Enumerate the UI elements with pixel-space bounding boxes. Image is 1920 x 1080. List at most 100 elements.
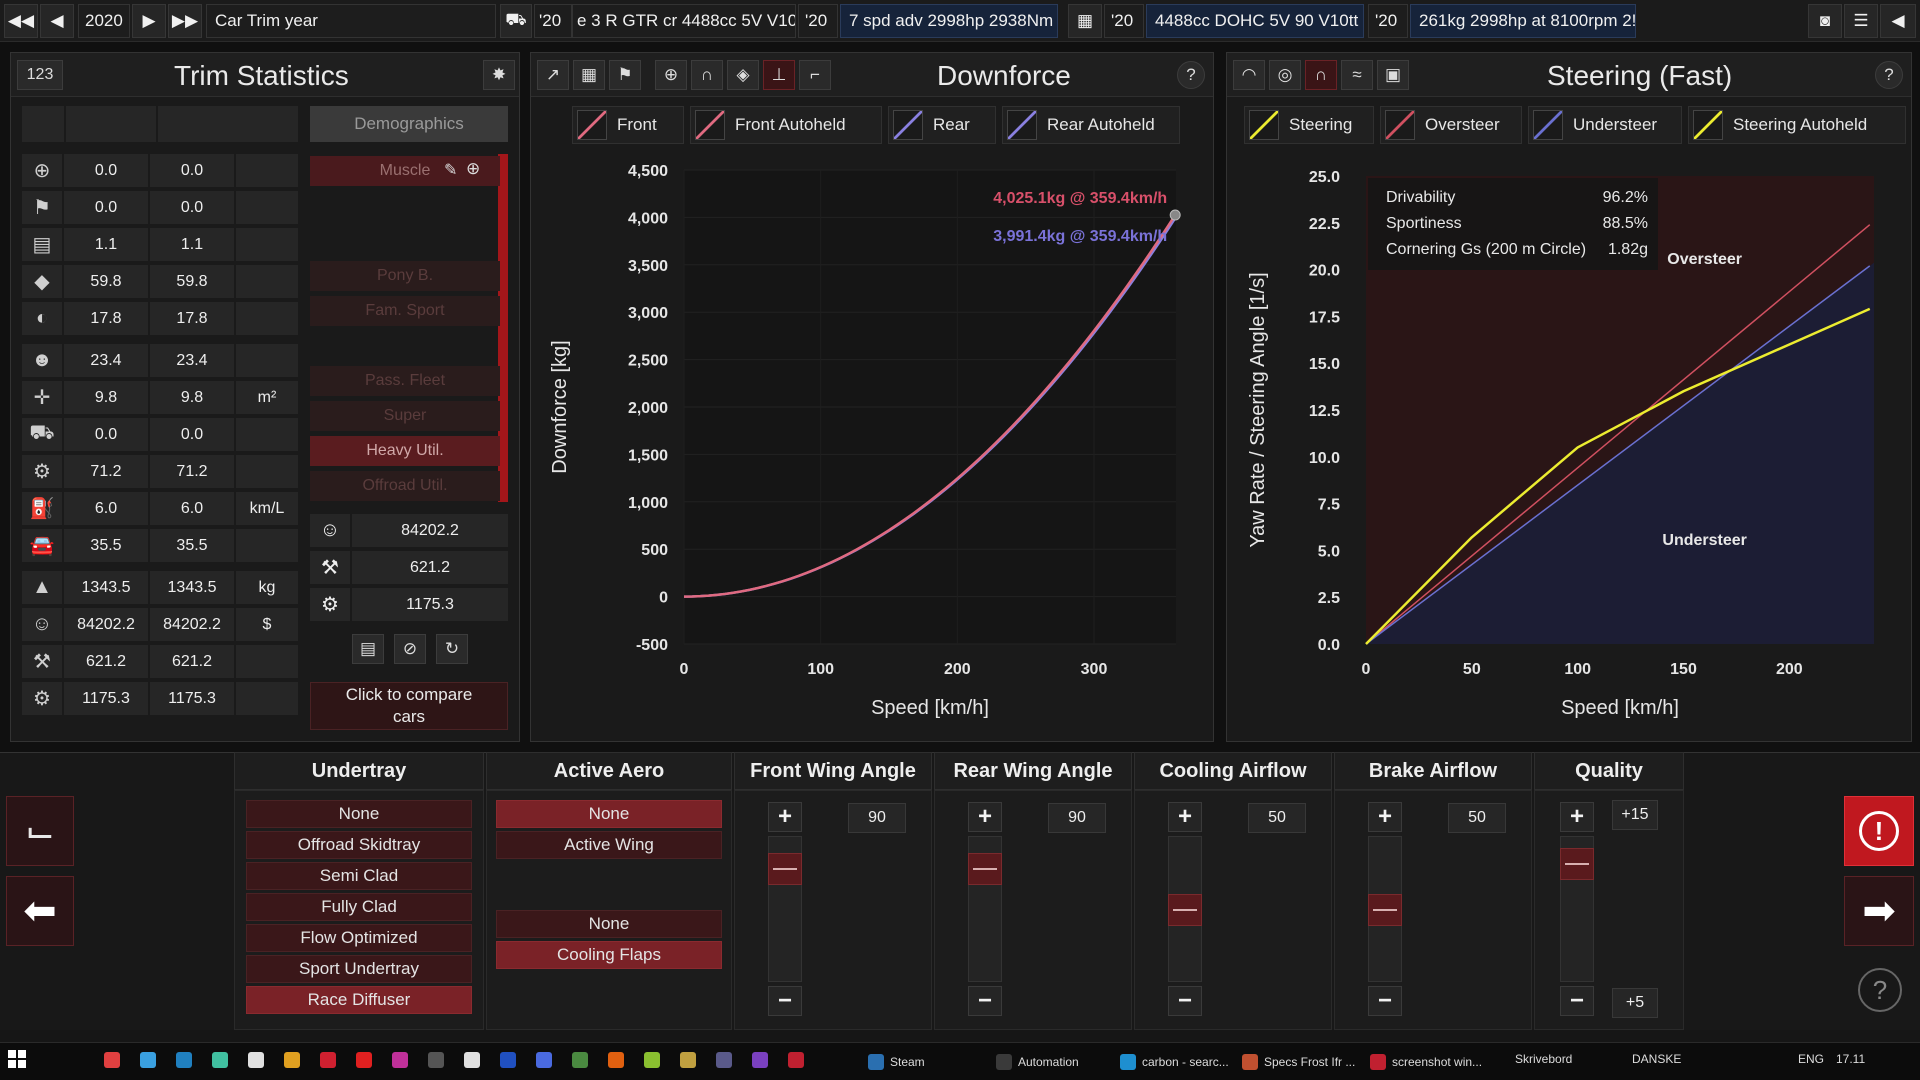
quality-minus-button[interactable]: − [1560, 986, 1594, 1016]
report-icon[interactable]: ▤ [352, 634, 384, 664]
undertray-option[interactable]: Offroad Skidtray [246, 831, 472, 859]
pinned-app-icon[interactable] [752, 1052, 768, 1068]
undertray-option[interactable]: None [246, 800, 472, 828]
menu-icon[interactable]: ☰ [1844, 4, 1878, 38]
pinned-app-icon[interactable] [680, 1052, 696, 1068]
wave-icon[interactable]: ≈ [1341, 60, 1373, 90]
front-wing-slider-thumb[interactable] [768, 852, 802, 885]
steering-legend-item[interactable]: Understeer [1528, 106, 1682, 144]
quality-slider-thumb[interactable] [1560, 848, 1594, 881]
front-wing-minus-button[interactable]: − [768, 986, 802, 1016]
steering-legend-item[interactable]: Oversteer [1380, 106, 1522, 144]
arch-icon[interactable]: ∩ [691, 60, 723, 90]
pinned-app-icon[interactable] [392, 1052, 408, 1068]
downforce-legend-item[interactable]: Rear [888, 106, 996, 144]
variant-selector[interactable]: 261kg 2998hp at 8100rpm 2! [1410, 4, 1636, 38]
demographics-button[interactable]: Demographics [310, 106, 508, 142]
keyboard-layout[interactable]: DANSKE [1632, 1052, 1681, 1066]
pinned-app-icon[interactable] [788, 1052, 804, 1068]
fuel-pump-icon[interactable]: ▣ [1377, 60, 1409, 90]
pinned-app-icon[interactable] [572, 1052, 588, 1068]
undertray-option[interactable]: Fully Clad [246, 893, 472, 921]
rear-wing-slider-track[interactable] [968, 836, 1002, 982]
body-selector[interactable]: e 3 R GTR cr 4488cc 5V V10tt [572, 4, 796, 38]
undertray-option[interactable]: Race Diffuser [246, 986, 472, 1014]
quality-slider-track[interactable] [1560, 836, 1594, 982]
demographic-item[interactable]: Pass. Fleet [310, 366, 500, 396]
help-icon[interactable]: ? [1858, 968, 1902, 1012]
chart-icon[interactable]: ↗ [537, 60, 569, 90]
pinned-app-icon[interactable] [464, 1052, 480, 1068]
pinned-app-icon[interactable] [320, 1052, 336, 1068]
front-wing-slider-track[interactable] [768, 836, 802, 982]
brake-airflow-minus-button[interactable]: − [1368, 986, 1402, 1016]
brake-airflow-slider-track[interactable] [1368, 836, 1402, 982]
year-field[interactable]: 2020 [78, 4, 130, 38]
taskbar-app[interactable]: Automation [996, 1049, 1079, 1075]
pinned-app-icon[interactable] [500, 1052, 516, 1068]
cooling-airflow-slider-thumb[interactable] [1168, 894, 1202, 926]
steering-legend-item[interactable]: Steering Autoheld [1688, 106, 1906, 144]
car-body-icon[interactable]: ⛟ [500, 4, 532, 38]
demographic-item[interactable]: Heavy Util. [310, 436, 500, 466]
clock[interactable]: 17.11 [1836, 1052, 1865, 1066]
wheel-icon[interactable]: ⊕ [655, 60, 687, 90]
undertray-option[interactable]: Sport Undertray [246, 955, 472, 983]
warning-button[interactable]: ! [1844, 796, 1914, 866]
table-icon[interactable]: ▦ [573, 60, 605, 90]
gearbox-selector[interactable]: 7 spd adv 2998hp 2938Nm [840, 4, 1058, 38]
speed-icon[interactable]: ◎ [1269, 60, 1301, 90]
pinned-app-icon[interactable] [176, 1052, 192, 1068]
cooling-airflow-slider-track[interactable] [1168, 836, 1202, 982]
tyre-icon[interactable]: ◈ [727, 60, 759, 90]
downforce-tab-icon[interactable]: ⊥ [763, 60, 795, 90]
steering-legend-item[interactable]: Steering [1244, 106, 1374, 144]
steering-tab-icon[interactable]: ∩ [1305, 60, 1337, 90]
help-icon[interactable]: ? [1177, 61, 1205, 89]
downforce-legend-item[interactable]: Front [572, 106, 684, 144]
prev-page-button[interactable]: ⬅ [6, 876, 74, 946]
windows-start-icon[interactable] [8, 1050, 26, 1068]
taskbar-app[interactable]: screenshot win... [1370, 1049, 1482, 1075]
rear-wing-minus-button[interactable]: − [968, 986, 1002, 1016]
quality-plus-button[interactable]: + [1560, 802, 1594, 832]
cooling-flap-option[interactable]: Cooling Flaps [496, 941, 722, 969]
camera-icon[interactable]: ◙ [1808, 4, 1842, 38]
front-wing-plus-button[interactable]: + [768, 802, 802, 832]
input-language[interactable]: ENG [1798, 1052, 1824, 1066]
rear-wing-slider-thumb[interactable] [968, 852, 1002, 885]
last-year-button[interactable]: ▶▶ [168, 4, 202, 38]
active-aero-option[interactable]: Active Wing [496, 831, 722, 859]
rear-wing-plus-button[interactable]: + [968, 802, 1002, 832]
downforce-legend-item[interactable]: Rear Autoheld [1002, 106, 1180, 144]
compare-cars-button[interactable]: Click to compare cars [310, 682, 508, 730]
pinned-app-icon[interactable] [284, 1052, 300, 1068]
first-year-button[interactable]: ◀◀ [4, 4, 38, 38]
back-arrow-icon[interactable]: ◀ [1880, 4, 1916, 38]
hover-point[interactable] [1169, 209, 1181, 221]
clear-icon[interactable]: ⊘ [394, 634, 426, 664]
desktop-label[interactable]: Skrivebord [1515, 1052, 1572, 1066]
aero-axis-icon[interactable]: ⌙ [6, 796, 74, 866]
taskbar-app[interactable]: Steam [868, 1049, 925, 1075]
pinned-app-icon[interactable] [248, 1052, 264, 1068]
pinned-app-icon[interactable] [104, 1052, 120, 1068]
wing-icon[interactable]: ⌐ [799, 60, 831, 90]
downforce-legend-item[interactable]: Front Autoheld [690, 106, 882, 144]
taskbar-app[interactable]: Specs Frost Ifr ... [1242, 1049, 1355, 1075]
demographic-item[interactable]: Fam. Sport [310, 296, 500, 326]
pinned-app-icon[interactable] [716, 1052, 732, 1068]
pinned-app-icon[interactable] [428, 1052, 444, 1068]
trim-id-badge[interactable]: 123 [17, 60, 63, 90]
demographic-item[interactable]: Pony B. [310, 261, 500, 291]
reset-icon[interactable]: ↻ [436, 634, 468, 664]
brake-airflow-value[interactable]: 50 [1448, 803, 1506, 833]
pinned-app-icon[interactable] [536, 1052, 552, 1068]
demographic-item[interactable]: Offroad Util. [310, 471, 500, 501]
pin-icon[interactable]: ✎ [444, 160, 457, 180]
cooling-airflow-value[interactable]: 50 [1248, 803, 1306, 833]
rear-wing-value[interactable]: 90 [1048, 803, 1106, 833]
pinned-app-icon[interactable] [140, 1052, 156, 1068]
target-icon[interactable]: ⊕ [466, 159, 480, 179]
pinned-app-icon[interactable] [608, 1052, 624, 1068]
